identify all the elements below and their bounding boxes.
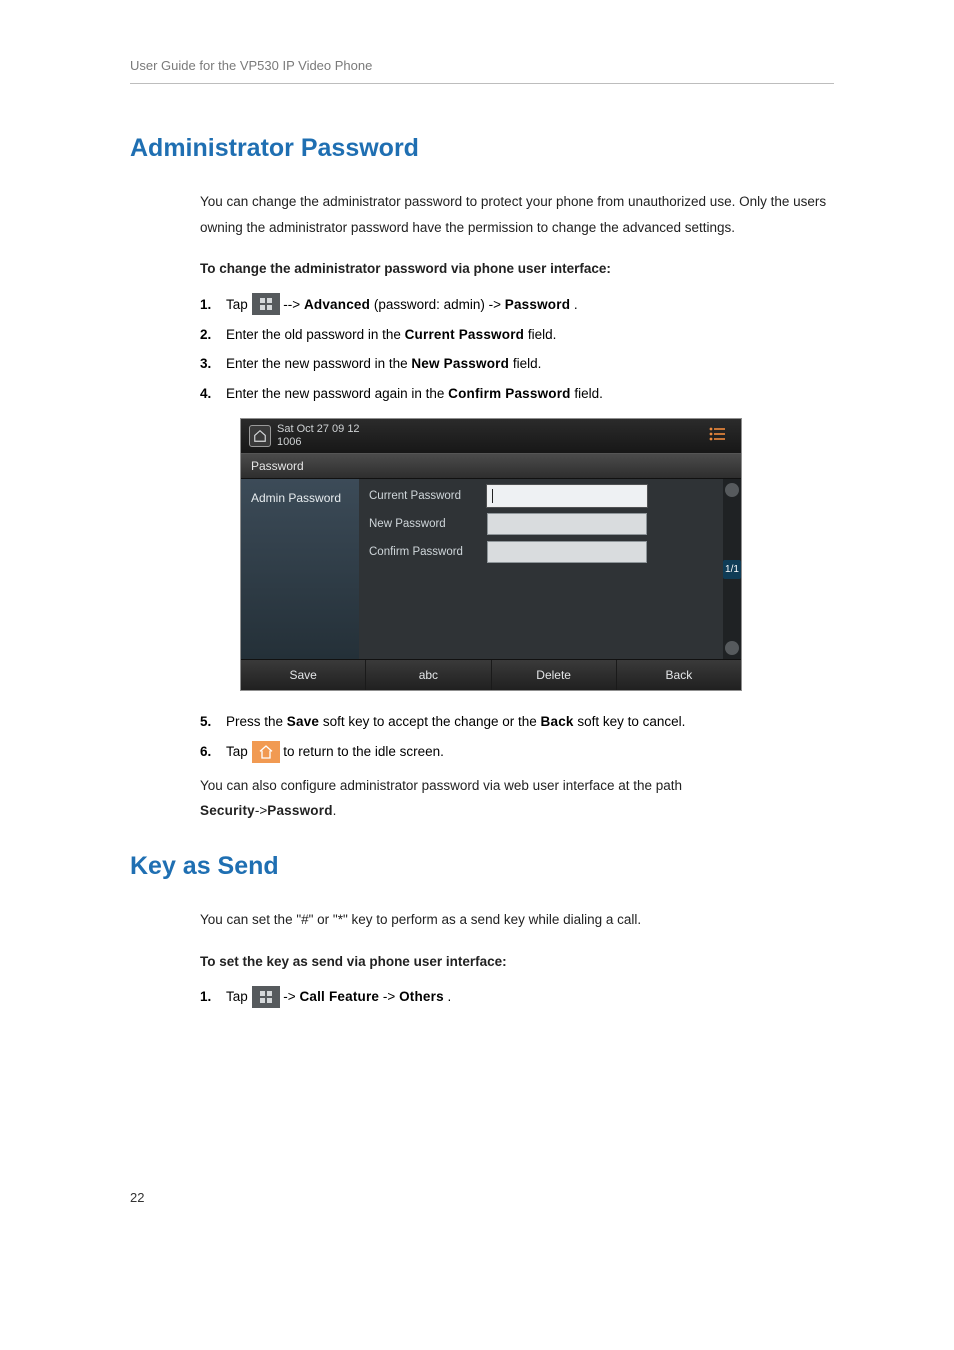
step-num: 5. xyxy=(200,709,211,735)
step-1: 1. Tap --> Advanced (password: admin) ->… xyxy=(200,292,834,318)
after-4: Password xyxy=(267,803,332,818)
after-2: Security xyxy=(200,803,255,818)
step-2-c: field. xyxy=(528,327,557,342)
after-3: -> xyxy=(255,803,267,818)
step-1-text-b: --> xyxy=(283,297,304,312)
scroll-down-icon[interactable] xyxy=(725,641,739,655)
after-1: You can also configure administrator pas… xyxy=(200,778,682,793)
softkey-back[interactable]: Back xyxy=(617,660,741,690)
step-num: 1. xyxy=(200,984,211,1010)
status-ext: 1006 xyxy=(277,436,360,449)
step-4-a: Enter the new password again in the xyxy=(226,386,448,401)
right-pane: Current Password New Password Confirm Pa… xyxy=(359,479,741,659)
step-num: 3. xyxy=(200,351,211,377)
step-2-a: Enter the old password in the xyxy=(226,327,405,342)
apps-icon xyxy=(252,293,280,315)
b-step-1-d: -> xyxy=(383,989,395,1004)
step-1-paren: (password: admin) -> xyxy=(374,297,501,312)
status-date: Sat Oct 27 09 12 1006 xyxy=(277,423,360,449)
page-indicator: 1/1 xyxy=(723,560,741,579)
section-a-body: You can change the administrator passwor… xyxy=(130,189,834,824)
b-step-1-c: Call Feature xyxy=(299,989,379,1004)
input-confirm-password[interactable] xyxy=(487,541,647,563)
step-5-c: soft key to accept the change or the xyxy=(323,714,541,729)
section-heading-key-as-send: Key as Send xyxy=(130,852,834,881)
step-1-text-a: Tap xyxy=(226,297,252,312)
section-heading-admin-password: Administrator Password xyxy=(130,134,834,163)
status-bar: Sat Oct 27 09 12 1006 xyxy=(241,419,741,453)
step-1-advanced: Advanced xyxy=(304,297,370,312)
label-current-password: Current Password xyxy=(369,490,487,502)
step-num: 6. xyxy=(200,739,211,765)
b-step-1-b: -> xyxy=(283,989,295,1004)
row-new-password: New Password xyxy=(369,513,733,535)
step-5-e: soft key to cancel. xyxy=(577,714,685,729)
phone-screenshot: Sat Oct 27 09 12 1006 Password Admin Pas… xyxy=(240,418,834,691)
step-num: 2. xyxy=(200,322,211,348)
step-5: 5. Press the Save soft key to accept the… xyxy=(200,709,834,735)
section-a-steps-cont: 5. Press the Save soft key to accept the… xyxy=(200,709,834,764)
softkey-save[interactable]: Save xyxy=(241,660,366,690)
home-icon xyxy=(252,741,280,763)
row-confirm-password: Confirm Password xyxy=(369,541,733,563)
screen-body: Admin Password Current Password New Pass… xyxy=(241,479,741,659)
step-6: 6. Tap to return to the idle screen. xyxy=(200,739,834,765)
step-3-a: Enter the new password in the xyxy=(226,356,411,371)
label-new-password: New Password xyxy=(369,518,487,530)
step-2: 2. Enter the old password in the Current… xyxy=(200,322,834,348)
b-step-1-f: . xyxy=(448,989,452,1004)
step-6-a: Tap xyxy=(226,744,252,759)
step-5-b: Save xyxy=(287,714,319,729)
b-step-1-a: Tap xyxy=(226,989,252,1004)
section-b-steps: 1. Tap -> Call Feature -> Others . xyxy=(200,984,834,1010)
scroll-up-icon[interactable] xyxy=(725,483,739,497)
step-3: 3. Enter the new password in the New Pas… xyxy=(200,351,834,377)
softkey-delete[interactable]: Delete xyxy=(492,660,617,690)
section-a-instruction: To change the administrator password via… xyxy=(200,256,834,282)
softkey-abc[interactable]: abc xyxy=(366,660,491,690)
label-confirm-password: Confirm Password xyxy=(369,546,487,558)
step-4: 4. Enter the new password again in the C… xyxy=(200,381,834,407)
step-4-c: field. xyxy=(574,386,603,401)
step-5-a: Press the xyxy=(226,714,287,729)
step-2-b: Current Password xyxy=(405,327,524,342)
apps-icon xyxy=(252,986,280,1008)
screen-title: Password xyxy=(241,453,741,479)
b-step-1: 1. Tap -> Call Feature -> Others . xyxy=(200,984,834,1010)
left-item-admin-password[interactable]: Admin Password xyxy=(251,489,351,507)
step-3-c: field. xyxy=(513,356,542,371)
list-menu-icon[interactable] xyxy=(709,426,733,447)
step-num: 4. xyxy=(200,381,211,407)
row-current-password: Current Password xyxy=(369,485,733,507)
home-icon[interactable] xyxy=(249,425,271,447)
step-4-b: Confirm Password xyxy=(448,386,570,401)
page-number: 22 xyxy=(130,1190,834,1205)
left-pane: Admin Password xyxy=(241,479,359,659)
section-b-body: You can set the "#" or "*" key to perfor… xyxy=(130,907,834,1010)
b-step-1-e: Others xyxy=(399,989,444,1004)
scroll-bar[interactable]: 1/1 xyxy=(723,479,741,659)
status-date-line1: Sat Oct 27 09 12 xyxy=(277,423,360,436)
softkey-bar: Save abc Delete Back xyxy=(241,659,741,690)
step-6-b: to return to the idle screen. xyxy=(283,744,444,759)
section-a-after: You can also configure administrator pas… xyxy=(200,773,834,824)
after-5: . xyxy=(333,803,337,818)
scroll-track: 1/1 xyxy=(723,501,741,637)
input-current-password[interactable] xyxy=(487,485,647,507)
step-1-end: . xyxy=(574,297,578,312)
section-b-instruction: To set the key as send via phone user in… xyxy=(200,949,834,975)
running-header: User Guide for the VP530 IP Video Phone xyxy=(130,58,834,84)
input-new-password[interactable] xyxy=(487,513,647,535)
step-num: 1. xyxy=(200,292,211,318)
step-1-password: Password xyxy=(505,297,570,312)
phone-screen: Sat Oct 27 09 12 1006 Password Admin Pas… xyxy=(240,418,742,691)
step-5-d: Back xyxy=(541,714,574,729)
section-a-intro: You can change the administrator passwor… xyxy=(200,189,834,240)
section-a-steps: 1. Tap --> Advanced (password: admin) ->… xyxy=(200,292,834,407)
section-b-intro: You can set the "#" or "*" key to perfor… xyxy=(200,907,834,933)
step-3-b: New Password xyxy=(411,356,509,371)
